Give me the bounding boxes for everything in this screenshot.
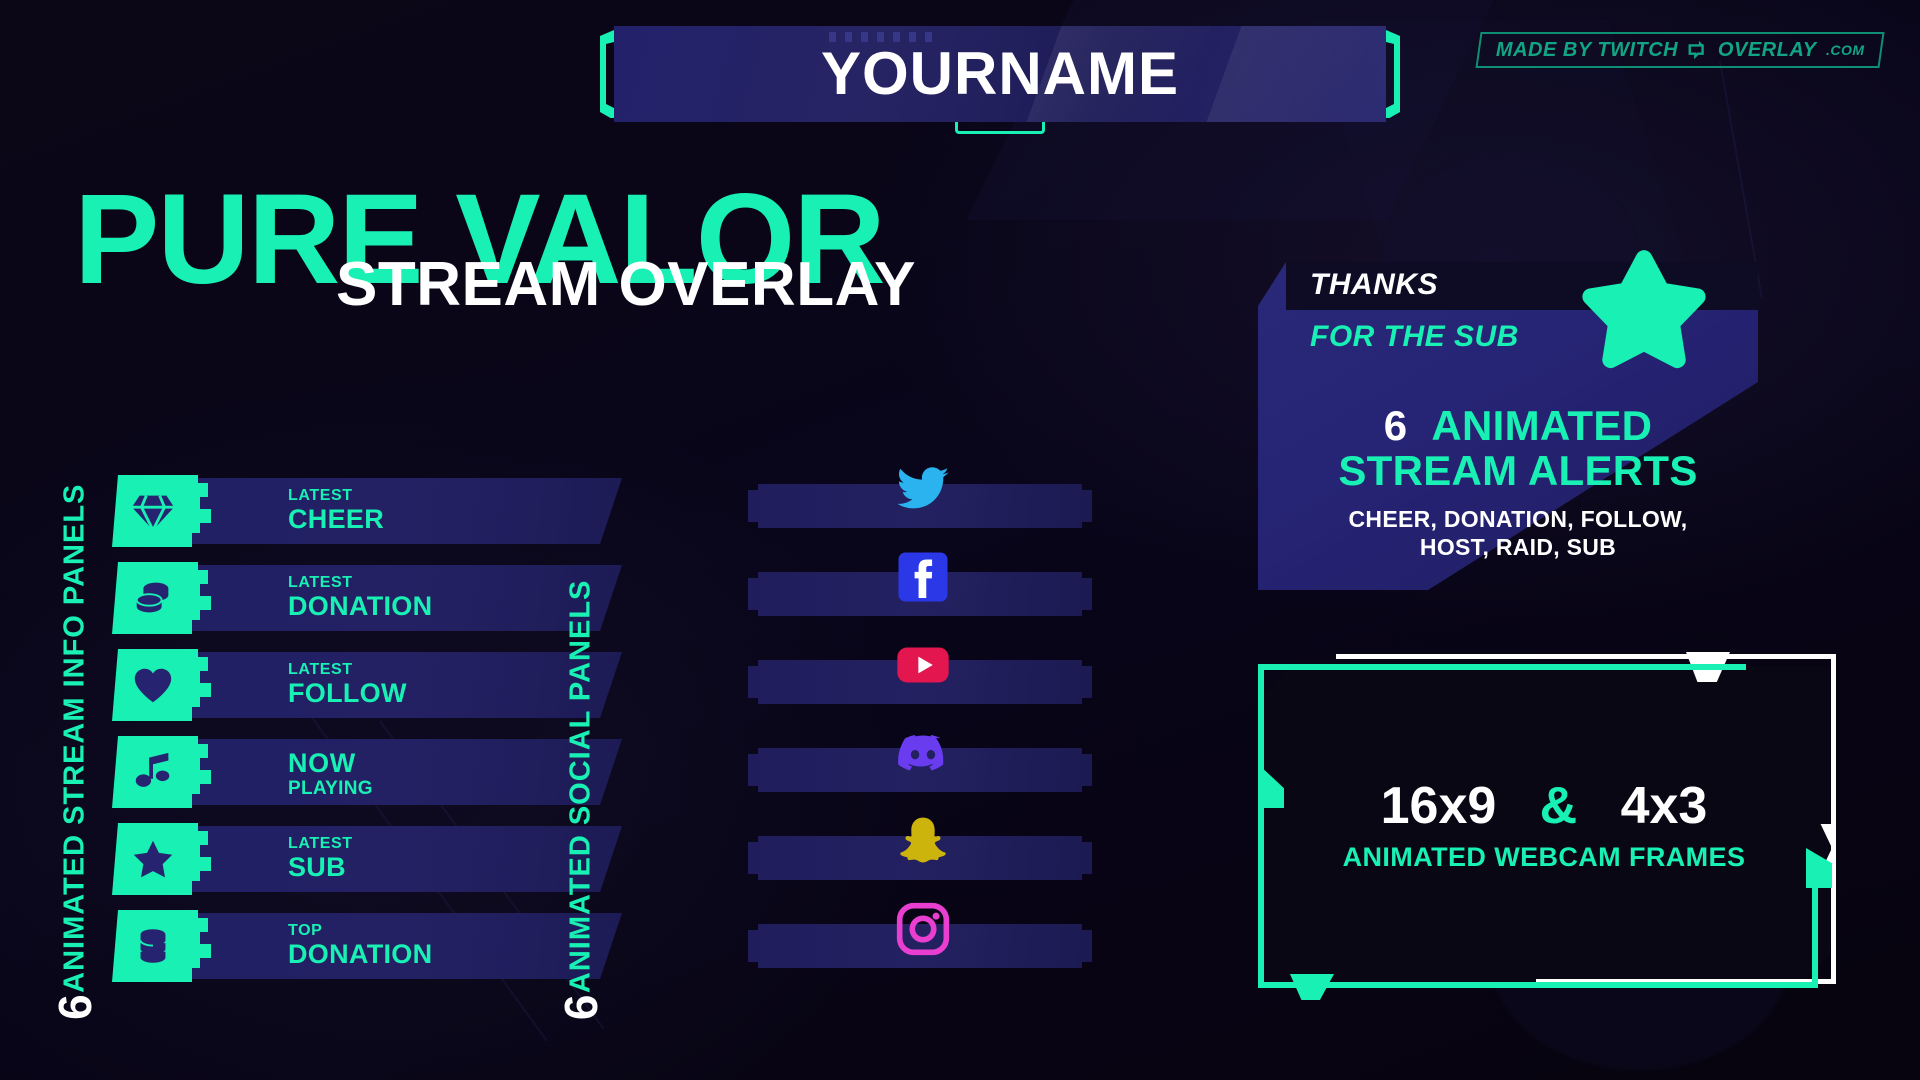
alerts-description: 6 ANIMATED STREAM ALERTS CHEER, DONATION…: [1228, 402, 1808, 561]
webcam-frame-teal-left-icon: [1258, 664, 1264, 778]
panel-text: LATEST CHEER: [288, 487, 384, 535]
star-icon: [1582, 250, 1706, 369]
webcam-frame-teal-right-icon: [1812, 878, 1818, 988]
facebook-icon: [898, 552, 948, 602]
webcam-frame-teal-bottom-icon: [1258, 982, 1818, 988]
social-panel-icon-slot: [894, 724, 952, 782]
social-panel-icon-slot: [894, 548, 952, 606]
webcam-ampersand: &: [1539, 777, 1578, 835]
panel-label-small: LATEST: [288, 835, 353, 852]
info-panels-side-label: 6 ANIMATED STREAM INFO PANELS: [49, 484, 101, 1020]
panel-label-big: FOLLOW: [288, 678, 407, 709]
social-panel-icon-slot: [894, 636, 952, 694]
panel-bar: [160, 478, 622, 544]
webcam-frames-section: 16x9 & 4x3 ANIMATED WEBCAM FRAMES: [1236, 652, 1852, 1002]
made-by-text-3: .COM: [1825, 42, 1864, 58]
made-by-text-2: OVERLAY: [1717, 38, 1817, 61]
banner-bracket-right-icon: [1386, 30, 1400, 118]
twitch-glitch-icon: [1688, 40, 1704, 60]
alerts-count: 6: [1383, 402, 1408, 449]
info-panel-cheer[interactable]: LATEST CHEER: [112, 475, 622, 547]
banner-foot-accent-icon: [955, 122, 1045, 134]
alerts-section: THANKS FOR THE SUB 6 ANIMATED STREAM ALE…: [1258, 250, 1818, 612]
alerts-headline-line2: STREAM ALERTS: [1338, 446, 1698, 494]
panel-label-small: LATEST: [288, 487, 353, 504]
panel-text: LATEST DONATION: [288, 574, 432, 622]
coins-icon: [139, 929, 166, 963]
panel-label-small: TOP: [288, 922, 323, 939]
alerts-headline-accent: ANIMATED: [1431, 402, 1653, 449]
alerts-list-line1: CHEER, DONATION, FOLLOW,: [1348, 506, 1688, 533]
panel-label-big: DONATION: [288, 591, 433, 622]
social-panel-icon-slot: [894, 900, 952, 958]
hero-subtitle: STREAM OVERLAY: [336, 250, 917, 319]
banner-bracket-left-icon: [600, 30, 614, 118]
webcam-ratio-a: 16x9: [1380, 777, 1497, 835]
stream-name-banner: YOURNAME: [600, 26, 1400, 134]
panel-label-small: NOW: [288, 748, 356, 778]
panel-label-big: PLAYING: [288, 778, 373, 800]
heart-icon: [134, 668, 172, 703]
social-panel-twitter[interactable]: [748, 467, 1098, 530]
snapchat-icon: [900, 817, 946, 863]
made-by-badge[interactable]: MADE BY TWITCH OVERLAY .COM: [1475, 32, 1885, 68]
webcam-ratio-b: 4x3: [1620, 777, 1708, 835]
info-panel-sub[interactable]: LATEST SUB: [112, 823, 622, 895]
social-panels-side-label: 6 ANIMATED SOCIAL PANELS: [555, 579, 607, 1020]
panel-label-big: CHEER: [288, 504, 385, 535]
panel-text: NOW PLAYING: [288, 748, 373, 800]
webcam-frame-teal-top-icon: [1258, 664, 1746, 670]
info-panels-label: ANIMATED STREAM INFO PANELS: [58, 484, 91, 994]
alert-title: THANKS: [1310, 268, 1438, 301]
diamond-icon: [131, 495, 175, 534]
panel-text: TOP DONATION: [288, 922, 432, 970]
webcam-caption-block: 16x9 & 4x3 ANIMATED WEBCAM FRAMES: [1236, 780, 1852, 873]
social-panel-icon-slot: [894, 460, 952, 518]
social-panel-youtube[interactable]: [748, 647, 1098, 706]
panel-text: LATEST SUB: [288, 835, 353, 883]
overlay-showcase-canvas: YOURNAME MADE BY TWITCH OVERLAY .COM PUR…: [0, 0, 1920, 1080]
hero-headline: PURE VALOR STREAM OVERLAY: [74, 176, 1054, 336]
social-panel-discord[interactable]: [748, 735, 1098, 794]
panel-label-small: LATEST: [288, 574, 353, 591]
made-by-text-1: MADE BY TWITCH: [1495, 38, 1678, 61]
info-panels-list: LATEST CHEER LATEST DONATION LATEST FOLL…: [112, 475, 622, 1000]
social-panels-count: 6: [555, 993, 607, 1020]
social-panel-facebook[interactable]: [748, 552, 1098, 618]
social-panel-snapchat[interactable]: [748, 817, 1098, 882]
info-panel-follow[interactable]: LATEST FOLLOW: [112, 649, 622, 721]
panel-bar: [160, 826, 622, 892]
social-panel-icon-slot: [894, 812, 952, 870]
social-panel-instagram[interactable]: [748, 902, 1098, 970]
info-panel-donation[interactable]: LATEST DONATION: [112, 562, 622, 634]
alert-star-badge: [1576, 246, 1712, 376]
star-icon: [133, 840, 173, 878]
info-panel-top-donation[interactable]: TOP DONATION: [112, 910, 622, 982]
social-panels-list: [748, 467, 1098, 1012]
webcam-frame-white-top-icon: [1336, 654, 1836, 659]
panel-label-big: SUB: [288, 852, 346, 883]
alerts-list-line2: HOST, RAID, SUB: [1419, 534, 1617, 561]
panel-text: LATEST FOLLOW: [288, 661, 407, 709]
info-panel-now-playing[interactable]: NOW PLAYING: [112, 736, 622, 808]
social-panels-label: ANIMATED SOCIAL PANELS: [564, 579, 597, 994]
instagram-icon: [896, 902, 950, 956]
panel-bar: [160, 739, 622, 805]
panel-label-small: LATEST: [288, 661, 353, 678]
twitter-icon: [897, 467, 949, 509]
info-panels-count: 6: [49, 993, 101, 1020]
alert-subtitle: FOR THE SUB: [1310, 320, 1519, 353]
music-note-icon: [135, 752, 170, 787]
coins-icon: [135, 582, 169, 613]
panel-label-big: DONATION: [288, 939, 433, 970]
banner-name-text: YOURNAME: [820, 40, 1179, 107]
discord-icon: [898, 735, 944, 771]
webcam-caption: ANIMATED WEBCAM FRAMES: [1342, 842, 1746, 872]
youtube-icon: [897, 647, 949, 683]
